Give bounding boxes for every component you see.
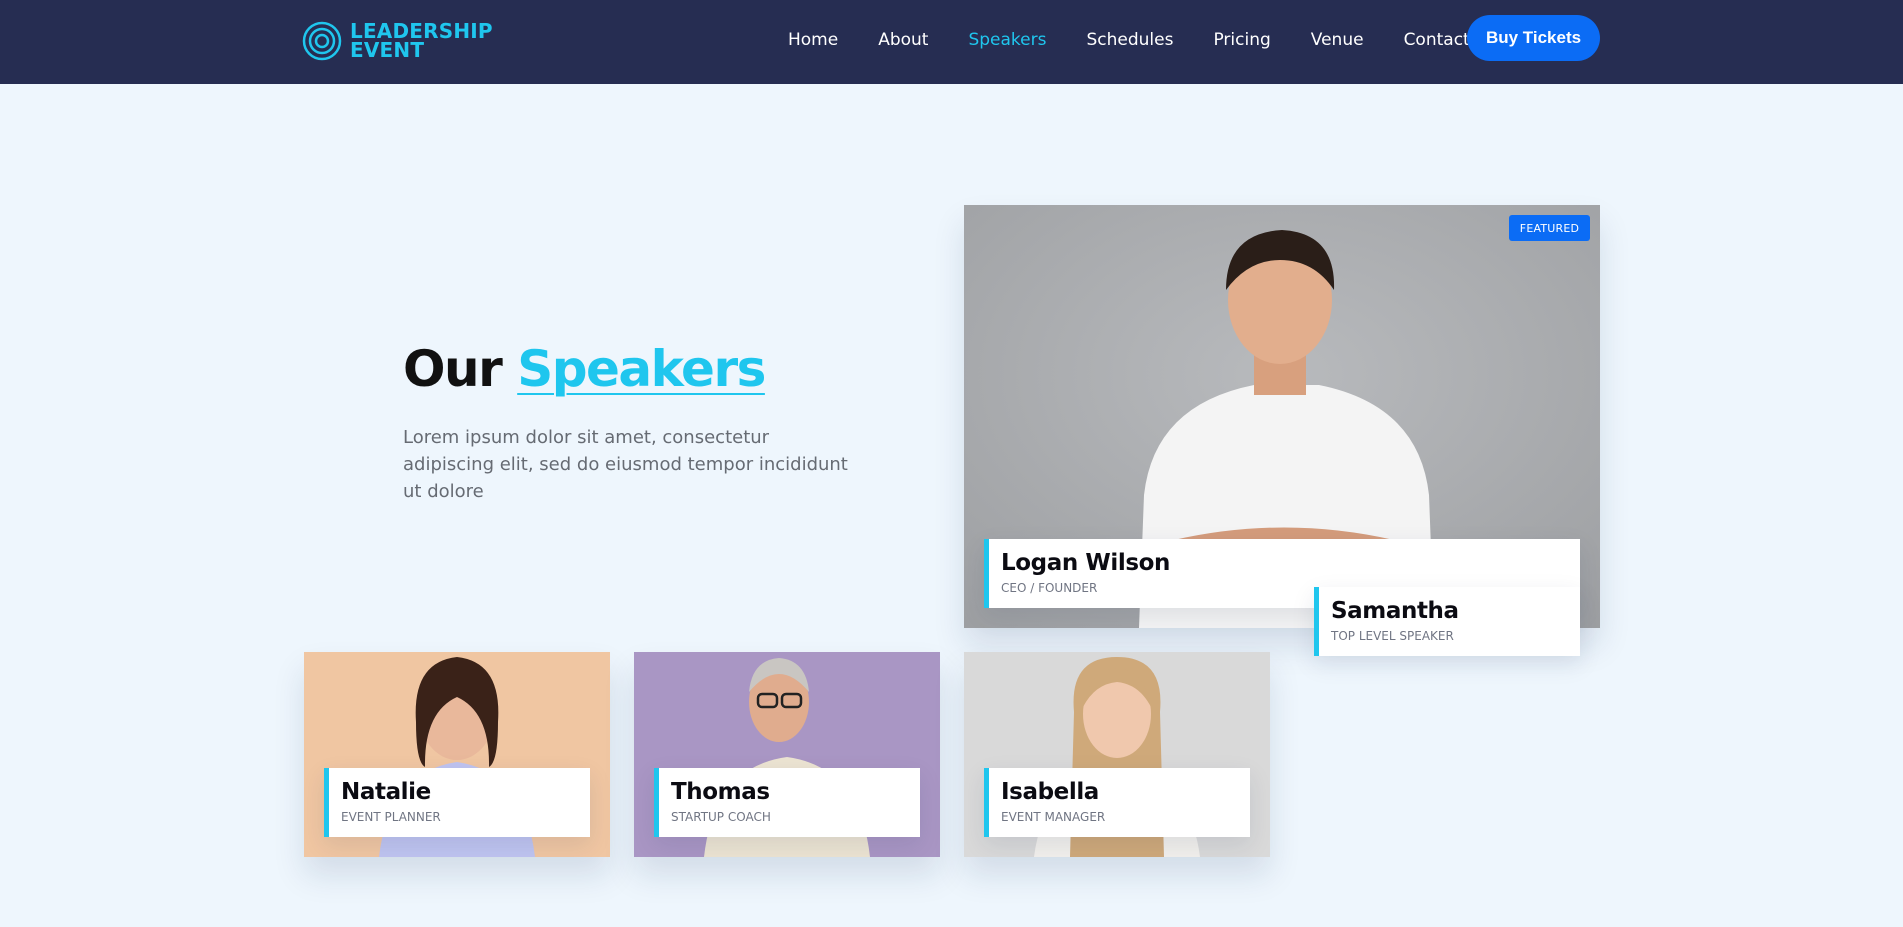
speaker-card-natalie[interactable]: Natalie EVENT PLANNER <box>304 652 610 857</box>
speaker-role: EVENT PLANNER <box>341 810 441 824</box>
speaker-role: TOP LEVEL SPEAKER <box>1331 629 1454 643</box>
speaker-info-thomas: Thomas STARTUP COACH <box>654 768 920 837</box>
speaker-name: Isabella <box>1001 779 1099 805</box>
brand-name: LEADERSHIP EVENT <box>350 21 493 62</box>
nav-venue[interactable]: Venue <box>1311 30 1364 50</box>
speaker-role: STARTUP COACH <box>671 810 771 824</box>
speaker-name: Natalie <box>341 779 431 805</box>
navbar: LEADERSHIP EVENT Home About Speakers Sch… <box>0 0 1903 84</box>
nav-schedules[interactable]: Schedules <box>1086 30 1173 50</box>
speaker-card-isabella[interactable]: Isabella EVENT MANAGER <box>964 652 1270 857</box>
brand-logo[interactable]: LEADERSHIP EVENT <box>302 21 493 61</box>
speaker-name: Samantha <box>1331 598 1459 624</box>
speaker-info-natalie: Natalie EVENT PLANNER <box>324 768 590 837</box>
speaker-name: Logan Wilson <box>1001 550 1171 576</box>
speaker-info-isabella: Isabella EVENT MANAGER <box>984 768 1250 837</box>
featured-badge: FEATURED <box>1509 215 1590 241</box>
nav-pricing[interactable]: Pricing <box>1213 30 1270 50</box>
concentric-circles-icon <box>302 21 342 61</box>
section-title-highlight: Speakers <box>517 340 766 398</box>
section-title-plain: Our <box>403 340 503 398</box>
speaker-card-thomas[interactable]: Thomas STARTUP COACH <box>634 652 940 857</box>
nav-speakers[interactable]: Speakers <box>968 30 1046 50</box>
nav-home[interactable]: Home <box>788 30 838 50</box>
speaker-name: Thomas <box>671 779 770 805</box>
main-nav: Home About Speakers Schedules Pricing Ve… <box>788 30 1510 50</box>
section-subtitle: Lorem ipsum dolor sit amet, consectetur … <box>403 427 848 502</box>
buy-tickets-button[interactable]: Buy Tickets <box>1467 15 1600 61</box>
speaker-role: EVENT MANAGER <box>1001 810 1106 824</box>
nav-about[interactable]: About <box>878 30 928 50</box>
section-title: Our Speakers <box>403 340 766 398</box>
speaker-info-samantha[interactable]: Samantha TOP LEVEL SPEAKER <box>1314 587 1580 656</box>
brand-line-2: EVENT <box>350 38 425 62</box>
nav-contact[interactable]: Contact <box>1404 30 1470 50</box>
